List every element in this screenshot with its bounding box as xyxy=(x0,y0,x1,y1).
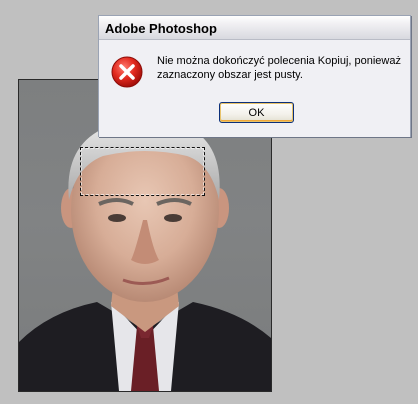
dialog-message: Nie można dokończyć polecenia Kopiuj, po… xyxy=(157,55,401,81)
ok-button[interactable]: OK xyxy=(219,102,294,123)
selection-marquee xyxy=(80,147,205,196)
alert-dialog: Adobe Photoshop Nie można dokończyć pole… xyxy=(98,15,411,137)
error-icon xyxy=(111,56,143,88)
dialog-title: Adobe Photoshop xyxy=(105,21,217,36)
dialog-body: Nie można dokończyć polecenia Kopiuj, po… xyxy=(99,40,410,137)
dialog-titlebar[interactable]: Adobe Photoshop xyxy=(99,16,410,40)
